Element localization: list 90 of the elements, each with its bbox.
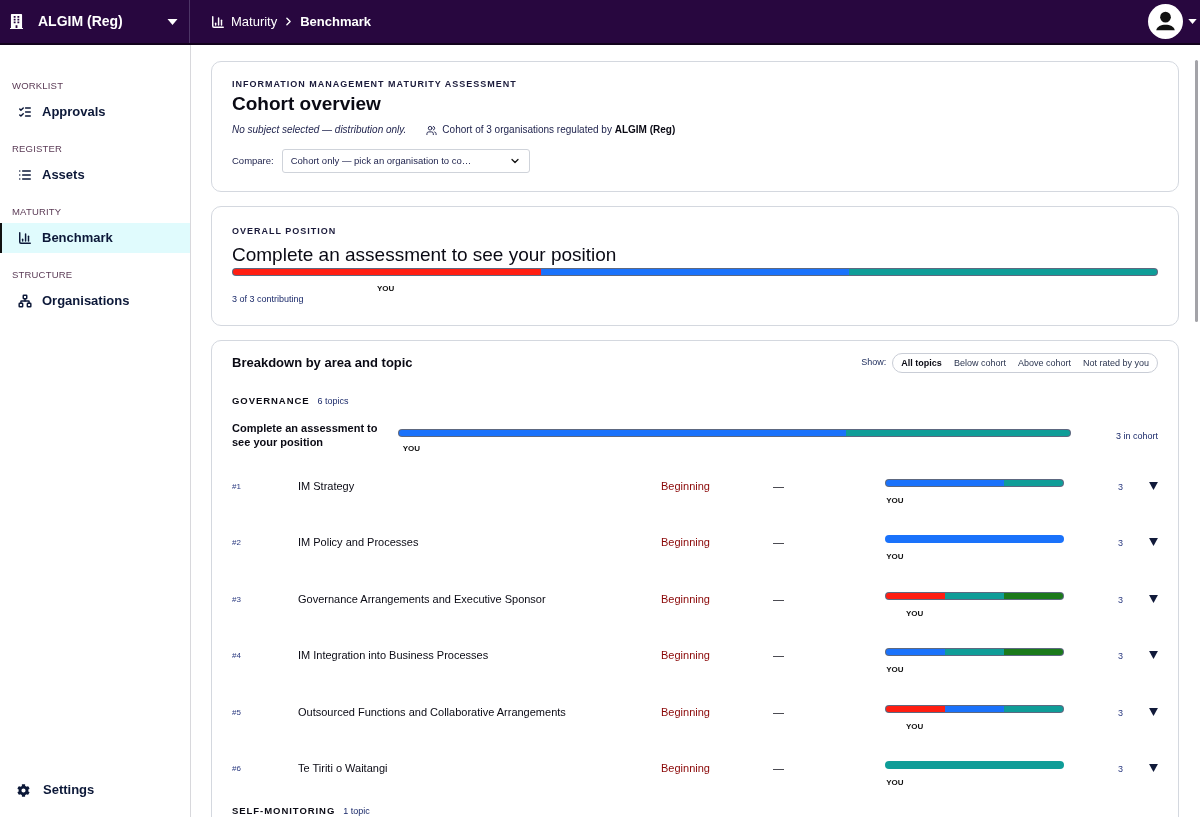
compare-label: Compare: bbox=[232, 153, 274, 168]
table-cell-text: 3 bbox=[1118, 593, 1124, 606]
table-cell: — bbox=[773, 648, 784, 663]
topic-index: #2 bbox=[232, 537, 241, 550]
you-marker: YOU bbox=[906, 721, 924, 732]
you-marker: YOU bbox=[402, 444, 421, 454]
avatar-icon bbox=[1148, 4, 1183, 39]
topic-index: #4 bbox=[232, 650, 241, 663]
user-menu-button[interactable] bbox=[1148, 4, 1197, 39]
table-cell: Beginning bbox=[661, 535, 710, 550]
you-marker: YOU bbox=[886, 665, 904, 676]
users-icon bbox=[426, 124, 438, 136]
subject-note: No subject selected — distribution only. bbox=[232, 123, 407, 137]
caret-down-icon[interactable] bbox=[1149, 651, 1158, 660]
filter-tab[interactable]: All topics bbox=[895, 357, 948, 369]
you-marker: YOU bbox=[377, 284, 395, 294]
caret-down-icon[interactable] bbox=[1149, 763, 1158, 772]
compare-select[interactable]: Cohort only — pick an organisation to co… bbox=[281, 149, 530, 173]
topic-name: Outsourced Functions and Collaborative Arrangements bbox=[298, 704, 566, 719]
topic-name: IM Strategy bbox=[298, 479, 355, 493]
table-cell: — bbox=[773, 704, 784, 719]
topic-count: 1 topic bbox=[343, 804, 370, 817]
nav-item[interactable]: Approvals bbox=[0, 97, 190, 127]
area-title: GOVERNANCE bbox=[232, 395, 310, 407]
caret-down-icon[interactable] bbox=[1149, 482, 1158, 490]
table-cell: Beginning bbox=[661, 479, 710, 493]
table-cell: — bbox=[773, 760, 784, 775]
topic-name: Governance Arrangements and Executive Sponsor bbox=[298, 591, 546, 606]
nav-item[interactable]: Benchmark bbox=[0, 223, 190, 253]
table-cell: Beginning bbox=[661, 591, 710, 606]
table-cell: — bbox=[773, 591, 784, 606]
nav-item[interactable]: Organisations bbox=[0, 286, 190, 316]
table-cell-text: 3 bbox=[1118, 650, 1124, 663]
nav-item[interactable]: Settings bbox=[0, 775, 190, 805]
hierarchy-icon bbox=[18, 294, 32, 308]
topic-index: #5 bbox=[232, 706, 241, 719]
settings-icon bbox=[17, 783, 30, 797]
filter-tab[interactable]: Below cohort bbox=[947, 357, 1012, 369]
scrollbar-thumb[interactable] bbox=[1195, 60, 1198, 322]
eyebrow-label: OVERALL POSITION bbox=[232, 225, 338, 237]
topic-index: #6 bbox=[232, 762, 241, 775]
you-marker: YOU bbox=[886, 777, 904, 788]
page-title: Cohort overview bbox=[232, 92, 382, 116]
area-summary: Complete an assessment to see your position bbox=[232, 422, 379, 449]
organisation-switcher[interactable]: ALGIM (Reg) bbox=[0, 0, 189, 43]
section-label: STRUCTURE bbox=[11, 269, 74, 281]
topic-name: IM Integration into Business Processes bbox=[298, 648, 489, 663]
position-title: Complete an assessment to see your position bbox=[232, 243, 618, 267]
topic-index: #3 bbox=[232, 593, 241, 606]
topic-count: 6 topics bbox=[317, 395, 349, 407]
you-marker: YOU bbox=[886, 496, 904, 506]
table-cell-text: 3 bbox=[1118, 762, 1124, 775]
caret-down-icon bbox=[1188, 19, 1197, 24]
building-icon bbox=[10, 14, 23, 29]
section-title: Breakdown by area and topic bbox=[232, 354, 413, 373]
table-cell: Beginning bbox=[661, 648, 710, 663]
bar-chart-icon bbox=[18, 231, 32, 245]
filter-tab[interactable]: Above cohort bbox=[1011, 357, 1077, 369]
filter-label: Show: bbox=[861, 356, 887, 370]
checklist-icon bbox=[18, 105, 32, 119]
topic-index: #1 bbox=[232, 481, 241, 493]
topic-name: Te Tiriti o Waitangi bbox=[298, 760, 388, 775]
caret-down-icon bbox=[167, 18, 178, 25]
table-cell-text: 3 bbox=[1118, 537, 1124, 550]
table-cell: — bbox=[773, 479, 784, 493]
table-cell: — bbox=[773, 535, 784, 550]
breadcrumb-current: Benchmark bbox=[300, 12, 372, 31]
caret-down-icon[interactable] bbox=[1149, 538, 1158, 547]
list-icon bbox=[18, 168, 32, 182]
section-label: WORKLIST bbox=[11, 80, 65, 92]
contributing-count: 3 of 3 contributing bbox=[232, 294, 305, 305]
table-cell-text: 3 bbox=[1118, 481, 1124, 493]
breadcrumb-link[interactable]: Maturity bbox=[231, 11, 278, 32]
eyebrow-label: INFORMATION MANAGEMENT MATURITY ASSESSMENT bbox=[232, 78, 518, 90]
caret-down-icon[interactable] bbox=[1149, 707, 1158, 716]
table-cell: Beginning bbox=[661, 704, 710, 719]
filter-tab[interactable]: Not rated by you bbox=[1076, 357, 1155, 369]
topic-name: IM Policy and Processes bbox=[298, 535, 419, 550]
bar-chart-icon bbox=[211, 14, 225, 29]
section-label: REGISTER bbox=[11, 143, 64, 155]
section-label: MATURITY bbox=[11, 206, 63, 218]
caret-down-icon[interactable] bbox=[1149, 594, 1158, 603]
cohort-note: Cohort of 3 organisations regulated by ALGIM (Reg) bbox=[442, 123, 676, 137]
area-title: SELF-MONITORING bbox=[232, 804, 336, 817]
you-marker: YOU bbox=[886, 552, 904, 563]
table-cell-text: 3 bbox=[1118, 706, 1124, 719]
table-cell: Beginning bbox=[661, 760, 710, 775]
nav-item[interactable]: Assets bbox=[0, 160, 190, 190]
you-marker: YOU bbox=[906, 608, 924, 619]
cohort-size: 3 in cohort bbox=[1115, 430, 1158, 442]
